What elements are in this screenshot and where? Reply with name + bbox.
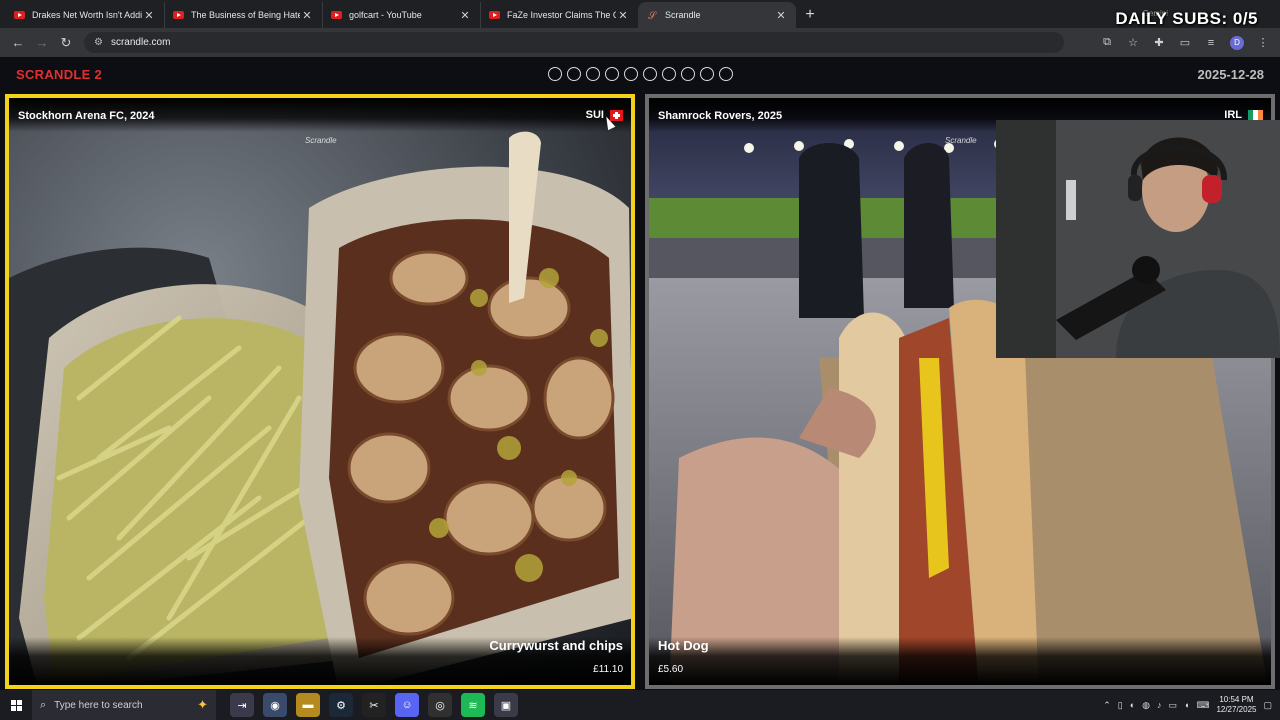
browser-tab-strip: Drakes Net Worth Isn't Adding ✕ The Busi… — [0, 0, 1280, 28]
tab-title: golfcart - YouTube — [349, 10, 422, 20]
profile-avatar[interactable]: D — [1226, 32, 1248, 54]
start-button[interactable] — [0, 690, 32, 720]
extensions-icon[interactable]: ✚ — [1148, 32, 1170, 54]
site-info-icon[interactable]: ⚙ — [94, 37, 103, 48]
clock-time: 10:54 PM — [1219, 695, 1254, 704]
browser-tab[interactable]: The Business of Being Hated - Y ✕ — [164, 2, 322, 28]
tray-app-icon[interactable]: ◐ — [1130, 700, 1135, 710]
close-icon[interactable]: ✕ — [616, 9, 630, 22]
streamer-webcam — [996, 120, 1280, 358]
card-bottom-shade — [649, 637, 1271, 685]
forward-button[interactable]: → — [30, 31, 54, 55]
taskbar-apps: ⇥ ◉ ▬ ⚙ ✂ ☺ ◎ ≋ ▣ — [230, 693, 518, 717]
steam-icon[interactable]: ⚙ — [329, 693, 353, 717]
address-bar[interactable]: ⚙ scrandle.com — [84, 32, 1064, 53]
progress-circle — [643, 67, 657, 81]
progress-circle — [567, 67, 581, 81]
windows-taskbar: ⌕ Type here to search ✦ ⇥ ◉ ▬ ⚙ ✂ ☺ ◎ ≋ … — [0, 690, 1280, 720]
club-name: Shamrock Rovers, 2025 — [658, 110, 783, 122]
ireland-flag-icon — [1248, 110, 1263, 120]
notifications-icon[interactable]: ▢ — [1263, 700, 1272, 711]
browser-tab[interactable]: Drakes Net Worth Isn't Adding ✕ — [6, 2, 164, 28]
watermark: Scrandle — [945, 136, 977, 145]
split-view-icon[interactable]: ▭ — [1174, 32, 1196, 54]
progress-circle — [681, 67, 695, 81]
chrome-icon[interactable]: ◉ — [263, 693, 287, 717]
tray-chevron-icon[interactable]: ⌃ — [1103, 700, 1111, 711]
club-name: Stockhorn Arena FC, 2024 — [18, 110, 155, 122]
country-code: SUI — [585, 109, 604, 121]
new-tab-button[interactable]: + — [796, 2, 824, 28]
progress-circle — [624, 67, 638, 81]
toolbar-icons: ⧉ ☆ ✚ ▭ ≡ D ⋮ — [1096, 32, 1274, 54]
puzzle-date: 2025-12-28 — [1197, 67, 1265, 82]
progress-circle — [719, 67, 733, 81]
youtube-icon — [173, 11, 184, 19]
food-card-left[interactable]: Stockhorn Arena FC, 2024 SUI Scrandle Cu… — [5, 94, 635, 689]
watermark: Scrandle — [305, 136, 337, 145]
search-highlight-icon: ✦ — [197, 697, 208, 712]
taskbar-search[interactable]: ⌕ Type here to search ✦ — [32, 690, 216, 720]
search-icon: ⌕ — [40, 698, 47, 711]
progress-circle — [662, 67, 676, 81]
tab-title: Scrandle — [665, 10, 701, 20]
windows-logo-icon — [10, 699, 22, 711]
tab-title: FaZe Investor Claims The Org — [507, 10, 616, 20]
reload-button[interactable]: ↻ — [54, 31, 78, 55]
browser-tab-active[interactable]: 𝒮 Scrandle ✕ — [638, 2, 796, 28]
reading-list-icon[interactable]: ≡ — [1200, 32, 1222, 54]
close-icon[interactable]: ✕ — [774, 9, 788, 22]
progress-circle — [586, 67, 600, 81]
browser-tab[interactable]: golfcart - YouTube ✕ — [322, 2, 480, 28]
back-button[interactable]: ← — [6, 31, 30, 55]
food-name: Currywurst and chips — [489, 638, 623, 653]
discord-icon[interactable]: ☺ — [395, 693, 419, 717]
food-photo-currywurst — [9, 98, 631, 685]
tray-app-icon[interactable]: ▯ — [1118, 700, 1123, 711]
volume-icon[interactable]: ◖ — [1184, 700, 1189, 710]
progress-circle — [605, 67, 619, 81]
install-app-icon[interactable]: ⧉ — [1096, 32, 1118, 54]
tab-title: Drakes Net Worth Isn't Adding — [32, 10, 142, 20]
bookmark-star-icon[interactable]: ☆ — [1122, 32, 1144, 54]
browser-menu-icon[interactable]: ⋮ — [1252, 32, 1274, 54]
food-name: Hot Dog — [658, 638, 709, 653]
obs-icon[interactable]: ◎ — [428, 693, 452, 717]
food-price: £11.10 — [593, 664, 623, 675]
youtube-icon — [489, 11, 500, 19]
close-icon[interactable]: ✕ — [300, 9, 314, 22]
round-progress — [548, 67, 733, 81]
scrandle-logo[interactable]: SCRANDLE 2 — [16, 67, 102, 82]
youtube-icon — [14, 11, 25, 19]
network-icon[interactable]: ▭ — [1168, 700, 1177, 711]
tab-title: The Business of Being Hated - Y — [191, 10, 300, 20]
food-price: £5.60 — [658, 664, 684, 675]
microphone-icon[interactable]: ♪ — [1157, 700, 1162, 710]
close-icon[interactable]: ✕ — [458, 9, 472, 22]
file-explorer-icon[interactable]: ▬ — [296, 693, 320, 717]
search-placeholder: Type here to search — [54, 699, 143, 711]
close-icon[interactable]: ✕ — [142, 9, 156, 22]
spotify-icon[interactable]: ≋ — [461, 693, 485, 717]
browser-toolbar: ← → ↻ ⚙ scrandle.com ⧉ ☆ ✚ ▭ ≡ D ⋮ — [0, 28, 1280, 57]
daily-subs-overlay: DAILY SUBS: 0/5 — [1115, 9, 1258, 28]
language-icon[interactable]: ⌨ — [1196, 700, 1209, 711]
scrandle-icon: 𝒮 — [648, 11, 656, 22]
tray-app-icon[interactable]: ◍ — [1142, 700, 1150, 711]
taskbar-clock[interactable]: 10:54 PM 12/27/2025 — [1216, 695, 1256, 715]
progress-circle — [548, 67, 562, 81]
browser-tab[interactable]: FaZe Investor Claims The Org ✕ — [480, 2, 638, 28]
clock-date: 12/27/2025 — [1216, 705, 1257, 714]
progress-circle — [700, 67, 714, 81]
screen: Drakes Net Worth Isn't Adding ✕ The Busi… — [0, 0, 1280, 720]
terminal-app-icon[interactable]: ▣ — [494, 693, 518, 717]
task-view-icon[interactable]: ⇥ — [230, 693, 254, 717]
system-tray: ⌃ ▯ ◐ ◍ ♪ ▭ ◖ ⌨ 10:54 PM 12/27/2025 ▢ — [1103, 695, 1280, 715]
youtube-icon — [331, 11, 342, 19]
url-text: scrandle.com — [110, 37, 171, 48]
capcut-icon[interactable]: ✂ — [362, 693, 386, 717]
